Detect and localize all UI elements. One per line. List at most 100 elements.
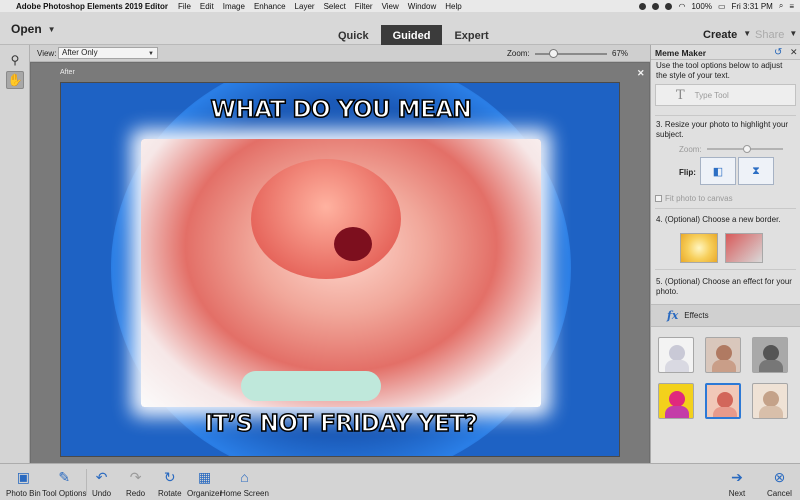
tab-guided[interactable]: Guided	[380, 25, 443, 47]
close-icon[interactable]: ✕	[637, 68, 645, 79]
photo-canvas[interactable]: WHAT DO YOU MEAN IT’S NOT FRIDAY YET?	[60, 82, 620, 457]
view-options-bar: View: After Only ▼ Zoom: 67%	[0, 45, 650, 62]
effects-header[interactable]: fx Effects	[651, 304, 800, 327]
hand-tool-icon[interactable]: ✋	[6, 71, 24, 89]
create-label: Create	[703, 29, 738, 41]
next-button[interactable]: ➔ Next	[728, 468, 746, 499]
meme-bottom-text[interactable]: IT’S NOT FRIDAY YET?	[61, 410, 619, 438]
cancel-icon: ⊗	[773, 468, 786, 485]
effect-thumb-4[interactable]	[658, 383, 694, 419]
effect-thumb-2[interactable]	[705, 337, 741, 373]
type-tool-button[interactable]: T Type Tool	[655, 84, 796, 106]
undo-button[interactable]: ↶ Undo	[92, 468, 112, 499]
effect-thumb-body	[665, 406, 689, 418]
app-menu[interactable]: Adobe Photoshop Elements 2019 Editor	[16, 2, 168, 11]
tab-quick[interactable]: Quick	[326, 25, 381, 47]
menu-view[interactable]: View	[382, 2, 399, 11]
zoom-slider[interactable]	[535, 49, 607, 58]
flip-label: Flip:	[679, 168, 696, 177]
fit-photo-checkbox[interactable]: Fit photo to canvas	[655, 194, 733, 203]
baby-photo	[141, 139, 541, 407]
fit-photo-label: Fit photo to canvas	[665, 194, 733, 203]
rotate-icon: ↻	[163, 468, 176, 485]
menu-layer[interactable]: Layer	[295, 2, 315, 11]
panel-title: Meme Maker	[655, 48, 707, 58]
location-icon[interactable]	[639, 2, 647, 10]
border-sunburst-thumb[interactable]	[680, 233, 718, 263]
effect-thumb-head	[763, 391, 779, 407]
panel-zoom-slider[interactable]	[707, 145, 783, 153]
home-screen-button[interactable]: ⌂ Home Screen	[220, 468, 269, 498]
divider	[655, 208, 796, 209]
menu-image[interactable]: Image	[223, 2, 245, 11]
panel-zoom-handle[interactable]	[743, 145, 751, 153]
canvas-area: After ✕ WHAT DO YOU MEAN IT’S NOT FRIDAY…	[31, 63, 649, 463]
menu-filter[interactable]: Filter	[355, 2, 373, 11]
divider	[655, 269, 796, 270]
effect-thumb-5[interactable]	[705, 383, 741, 419]
mac-menubar: Adobe Photoshop Elements 2019 Editor Fil…	[0, 0, 800, 12]
photo-bin-button[interactable]: ▣ Photo Bin	[6, 468, 41, 499]
tool-options-button[interactable]: ✎ Tool Options	[42, 468, 86, 499]
effect-thumb-body	[759, 360, 783, 372]
tab-expert[interactable]: Expert	[442, 25, 500, 47]
zoom-slider-handle[interactable]	[549, 49, 558, 58]
border-gradient-thumb[interactable]	[725, 233, 763, 263]
divider	[655, 115, 796, 116]
view-select[interactable]: After Only ▼	[58, 47, 158, 59]
checkbox-box[interactable]	[655, 195, 662, 202]
control-center-icon[interactable]: ≡	[789, 2, 794, 11]
search-icon[interactable]: ⌕	[779, 1, 783, 11]
menu-help[interactable]: Help	[445, 2, 461, 11]
battery-percent[interactable]: 100%	[691, 2, 711, 11]
zoom-tool-icon[interactable]: ⚲	[6, 51, 24, 69]
step-5-text: 5. (Optional) Choose an effect for your …	[656, 277, 792, 296]
rotate-button[interactable]: ↻ Rotate	[158, 468, 182, 499]
arrow-right-icon: ➔	[731, 468, 743, 485]
step-3-text: 3. Resize your photo to highlight your s…	[656, 120, 789, 139]
meme-top-text[interactable]: WHAT DO YOU MEAN	[61, 96, 619, 124]
share-button[interactable]: Share ▼	[755, 29, 797, 41]
wifi-icon[interactable]: ◠	[678, 2, 685, 11]
organizer-icon: ▦	[197, 468, 212, 485]
effect-thumb-body	[759, 406, 783, 418]
redo-icon: ↷	[129, 468, 142, 485]
undo-label: Undo	[92, 489, 112, 498]
effect-thumb-head	[716, 345, 732, 361]
undo-icon: ↶	[95, 468, 108, 485]
reset-icon[interactable]: ↺	[774, 47, 782, 58]
next-label: Next	[728, 489, 746, 498]
flip-horizontal-icon: ◧	[712, 165, 724, 178]
photo-bin-label: Photo Bin	[6, 489, 41, 498]
create-button[interactable]: Create ▼	[703, 29, 751, 41]
home-icon: ⌂	[240, 469, 249, 485]
shield-icon[interactable]	[652, 2, 660, 10]
effect-thumb-head	[763, 345, 779, 361]
open-button[interactable]: Open ▼	[11, 22, 56, 36]
effect-thumb-3[interactable]	[752, 337, 788, 373]
baby-mouth	[334, 227, 372, 261]
menu-enhance[interactable]: Enhance	[254, 2, 286, 11]
flip-vertical-icon: ⧗	[752, 164, 760, 177]
airplay-icon[interactable]	[665, 2, 673, 10]
flip-vertical-button[interactable]: ⧗	[738, 157, 774, 185]
menu-window[interactable]: Window	[408, 2, 436, 11]
effect-thumb-1[interactable]	[658, 337, 694, 373]
menu-edit[interactable]: Edit	[200, 2, 214, 11]
battery-icon[interactable]: ▭	[718, 2, 726, 11]
fx-icon: fx	[667, 309, 679, 322]
menu-select[interactable]: Select	[324, 2, 346, 11]
flip-horizontal-button[interactable]: ◧	[700, 157, 736, 185]
effect-thumb-6[interactable]	[752, 383, 788, 419]
baby-face	[251, 159, 401, 279]
cancel-label: Cancel	[767, 489, 792, 498]
view-label: View:	[37, 49, 57, 58]
effect-thumb-head	[717, 392, 733, 408]
cancel-button[interactable]: ⊗ Cancel	[767, 468, 792, 499]
organizer-button[interactable]: ▦ Organizer	[187, 468, 222, 499]
redo-button[interactable]: ↷ Redo	[126, 468, 145, 499]
clock[interactable]: Fri 3:31 PM	[732, 2, 773, 11]
close-icon[interactable]: ✕	[790, 47, 798, 58]
menu-file[interactable]: File	[178, 2, 191, 11]
rotate-label: Rotate	[158, 489, 182, 498]
